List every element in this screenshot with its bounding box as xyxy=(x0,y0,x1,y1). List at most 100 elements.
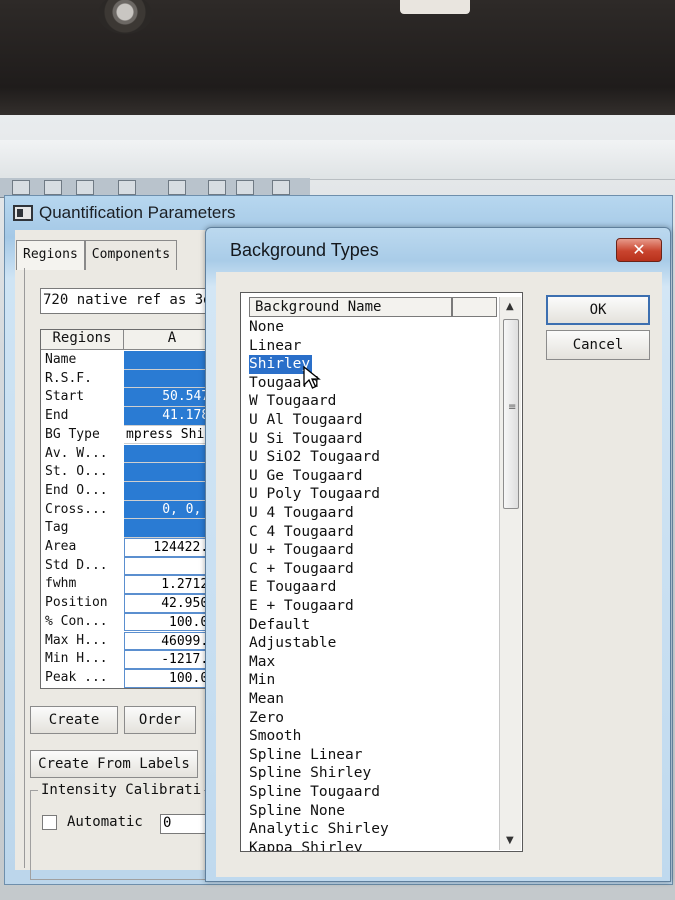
row-label: Av. W... xyxy=(45,445,108,461)
create-from-labels-button[interactable]: Create From Labels xyxy=(30,750,198,778)
list-item[interactable]: U + Tougaard xyxy=(249,541,354,560)
list-item[interactable]: Spline Shirley xyxy=(249,764,371,783)
list-item[interactable]: Linear xyxy=(249,337,301,356)
list-header-extra[interactable] xyxy=(452,297,497,317)
list-item[interactable]: W Tougaard xyxy=(249,392,336,411)
intensity-calibration-label: Intensity Calibrati xyxy=(38,782,205,798)
background-name-list[interactable]: Background Name None Linear Shirley Toug… xyxy=(240,292,523,852)
table-row: BG Type mpress Shir xyxy=(41,426,219,445)
list-item[interactable]: U 4 Tougaard xyxy=(249,504,354,523)
table-row: Std D...0 xyxy=(41,556,219,576)
table-row: Tag0 xyxy=(41,519,219,538)
list-item[interactable]: U Al Tougaard xyxy=(249,411,363,430)
grid-header: Regions A xyxy=(41,330,219,350)
list-item[interactable]: Adjustable xyxy=(249,634,336,653)
table-row: R.S.F.1 xyxy=(41,369,219,389)
order-button[interactable]: Order xyxy=(124,706,196,734)
quantification-title: Quantification Parameters xyxy=(39,203,236,222)
ok-button[interactable]: OK xyxy=(546,295,650,325)
list-item[interactable]: Analytic Shirley xyxy=(249,820,389,839)
toolbar-button[interactable] xyxy=(236,180,254,195)
list-item[interactable]: Default xyxy=(249,616,310,635)
list-item[interactable]: E + Tougaard xyxy=(249,597,354,616)
table-row: % Con... 100.00 xyxy=(41,612,219,632)
toolbar-button[interactable] xyxy=(76,180,94,195)
list-item[interactable]: U Si Tougaard xyxy=(249,430,363,449)
list-item[interactable]: Kappa Shirley xyxy=(249,839,363,851)
list-item[interactable]: Spline None xyxy=(249,802,345,821)
toolbar-button[interactable] xyxy=(12,180,30,195)
close-icon: ✕ xyxy=(632,240,646,259)
list-item[interactable]: Spline Linear xyxy=(249,746,363,765)
table-row: End 41.1785 xyxy=(41,407,219,426)
row-label: St. O... xyxy=(45,464,108,480)
table-row: Max H... 46099.9 xyxy=(41,631,219,651)
name-combo[interactable]: 720 native ref as 3d xyxy=(40,288,220,314)
cancel-button[interactable]: Cancel xyxy=(546,330,650,360)
grip-icon: ≡ xyxy=(508,402,517,413)
table-row: Area 124422.2 xyxy=(41,538,219,557)
scroll-up-icon[interactable]: ▲ xyxy=(506,301,514,312)
row-label: Cross... xyxy=(45,501,108,517)
automatic-value-field[interactable]: 0 xyxy=(160,814,210,834)
bezel-tab xyxy=(400,0,470,14)
grid-header-regions[interactable]: Regions xyxy=(41,330,124,349)
row-label: Min H... xyxy=(45,651,108,667)
table-row: St. O...0 xyxy=(41,463,219,482)
row-label: R.S.F. xyxy=(45,370,92,386)
row-label: End O... xyxy=(45,482,108,498)
toolbar-button[interactable] xyxy=(168,180,186,195)
list-item[interactable]: E Tougaard xyxy=(249,578,336,597)
toolbar-button[interactable] xyxy=(272,180,290,195)
row-label: Tag xyxy=(45,520,69,536)
app-window-icon xyxy=(13,205,33,221)
row-label: Area xyxy=(45,539,77,554)
list-scrollbar[interactable]: ▲ ≡ ▼ xyxy=(499,297,521,850)
row-label: End xyxy=(45,408,69,424)
row-label: fwhm xyxy=(45,576,77,592)
tab-regions[interactable]: Regions xyxy=(16,240,85,270)
table-row: fwhm 1.27123 xyxy=(41,575,219,595)
list-item[interactable]: Spline Tougaard xyxy=(249,783,380,802)
quantification-title-bar: Quantification Parameters xyxy=(13,202,236,224)
row-label: Position xyxy=(45,595,108,611)
list-item[interactable]: Min xyxy=(249,671,275,690)
table-row: Av. W...1 xyxy=(41,444,219,464)
close-button[interactable]: ✕ xyxy=(616,238,662,262)
table-row: Min H... -1217.4 xyxy=(41,650,219,669)
row-label: Max H... xyxy=(45,632,108,648)
list-item[interactable]: Zero xyxy=(249,709,284,728)
scroll-down-icon[interactable]: ▼ xyxy=(506,835,514,846)
table-row: Name1 xyxy=(41,351,219,370)
list-item[interactable]: U Ge Tougaard xyxy=(249,467,363,486)
list-item[interactable]: U Poly Tougaard xyxy=(249,485,380,504)
tab-components[interactable]: Components xyxy=(84,240,178,270)
toolbar-button[interactable] xyxy=(118,180,136,195)
scrollbar-thumb[interactable]: ≡ xyxy=(503,319,519,509)
row-label: Std D... xyxy=(45,557,108,573)
automatic-checkbox[interactable] xyxy=(42,815,57,830)
toolbar-button[interactable] xyxy=(44,180,62,195)
background-window-strip xyxy=(0,140,675,180)
row-label: Name xyxy=(45,352,77,367)
toolbar-button[interactable] xyxy=(208,180,226,195)
list-item[interactable]: C + Tougaard xyxy=(249,560,354,579)
list-item[interactable]: None xyxy=(249,318,284,337)
list-item[interactable]: Max xyxy=(249,653,275,672)
table-row: Start 50.5472 xyxy=(41,388,219,408)
monitor-bezel xyxy=(0,0,675,125)
list-header-background-name[interactable]: Background Name xyxy=(249,297,452,317)
row-label: Peak ... xyxy=(45,669,108,685)
create-button[interactable]: Create xyxy=(30,706,118,734)
webcam xyxy=(98,0,152,34)
list-item[interactable]: U SiO2 Tougaard xyxy=(249,448,380,467)
row-label: % Con... xyxy=(45,613,108,629)
table-row: Position 42.9500 xyxy=(41,594,219,613)
regions-grid[interactable]: Regions A Name1 R.S.F.1 Start50.5472 End… xyxy=(40,329,220,689)
table-row: Cross... 0, 0, 0 xyxy=(41,500,219,520)
list-item[interactable]: Mean xyxy=(249,690,284,709)
list-item[interactable]: C 4 Tougaard xyxy=(249,523,354,542)
quantification-tabs: Regions Components xyxy=(16,240,178,270)
list-item[interactable]: Smooth xyxy=(249,727,301,746)
table-row: End O...0 xyxy=(41,481,219,501)
